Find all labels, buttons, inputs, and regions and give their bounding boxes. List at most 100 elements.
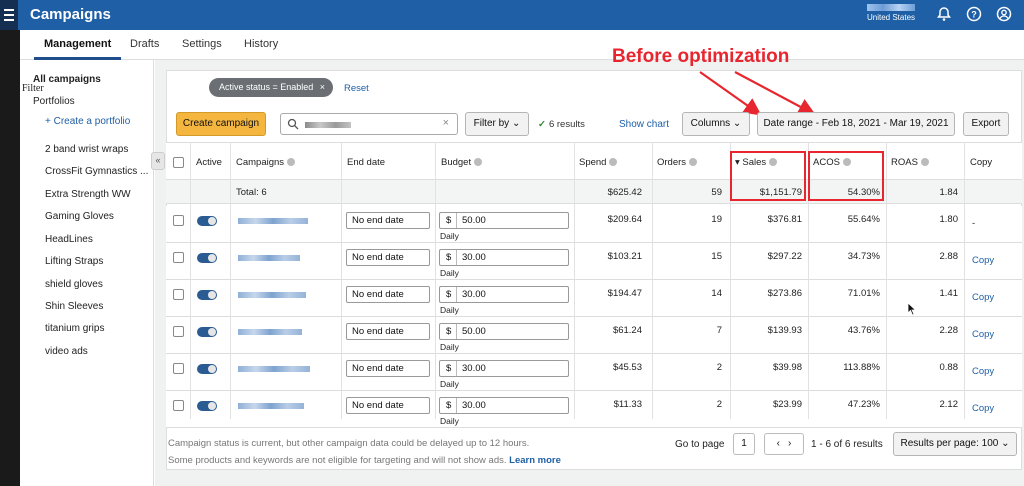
sidebar-item-crossfit-gymnastics[interactable]: CrossFit Gymnastics ...: [45, 166, 148, 177]
eligibility-note-text: Some products and keywords are not eligi…: [168, 455, 507, 466]
end-date-input[interactable]: No end date: [346, 397, 430, 414]
end-date-input[interactable]: No end date: [346, 212, 430, 229]
info-icon: [474, 158, 483, 166]
tab-management[interactable]: Management: [33, 38, 122, 60]
row-checkbox[interactable]: [173, 215, 184, 226]
spend-cell: $11.33: [613, 399, 642, 410]
select-all-checkbox[interactable]: [173, 157, 184, 168]
budget-type: Daily: [440, 231, 459, 241]
active-toggle[interactable]: [197, 401, 217, 411]
create-portfolio-link[interactable]: + Create a portfolio: [45, 116, 130, 127]
col-orders-label: Orders: [657, 157, 687, 168]
bell-icon[interactable]: [936, 6, 952, 22]
acos-cell: 47.23%: [847, 399, 880, 410]
help-icon[interactable]: ?: [966, 6, 982, 22]
row-checkbox[interactable]: [173, 289, 184, 300]
results-per-page-select[interactable]: Results per page: 100 ⌄: [893, 432, 1017, 456]
search-input[interactable]: ×: [280, 113, 458, 135]
budget-type: Daily: [440, 305, 459, 315]
sidebar-item-extra-strength-ww[interactable]: Extra Strength WW: [45, 189, 131, 200]
sidebar-item-2-band-wrist-wraps[interactable]: 2 band wrist wraps: [45, 144, 128, 155]
show-chart-link[interactable]: Show chart: [619, 119, 669, 130]
columns-button[interactable]: Columns ⌄: [682, 112, 750, 136]
end-date-input[interactable]: No end date: [346, 360, 430, 377]
date-range-button[interactable]: Date range - Feb 18, 2021 - Mar 19, 2021: [757, 112, 955, 136]
col-spend[interactable]: Spend: [579, 157, 618, 168]
end-date-input[interactable]: No end date: [346, 249, 430, 266]
col-budget-label: Budget: [441, 157, 472, 168]
col-roas[interactable]: ROAS: [891, 157, 929, 168]
tab-drafts[interactable]: Drafts: [130, 38, 159, 50]
currency-symbol: $: [446, 289, 452, 300]
end-date-input[interactable]: No end date: [346, 323, 430, 340]
campaign-name-blurred[interactable]: [238, 292, 306, 298]
budget-value: 30.00: [462, 289, 486, 300]
results-per-page-label: Results per page: 100: [900, 438, 999, 449]
copy-link[interactable]: Copy: [972, 403, 994, 414]
campaign-name-blurred[interactable]: [238, 403, 304, 409]
acos-cell: 55.64%: [847, 214, 880, 225]
campaign-name-blurred[interactable]: [238, 366, 310, 372]
sidebar-item-gaming-gloves[interactable]: Gaming Gloves: [45, 211, 114, 222]
country-selector[interactable]: United States: [862, 4, 920, 22]
filter-by-button[interactable]: Filter by ⌄: [465, 112, 529, 136]
budget-input[interactable]: $30.00: [439, 360, 569, 377]
tab-history[interactable]: History: [244, 38, 278, 50]
filter-chip-active-status[interactable]: Active status = Enabled ×: [209, 78, 333, 97]
col-campaigns[interactable]: Campaigns: [236, 157, 296, 168]
copy-link[interactable]: Copy: [972, 366, 994, 377]
results-range: 1 - 6 of 6 results: [811, 439, 883, 450]
budget-input[interactable]: $30.00: [439, 249, 569, 266]
sidebar-item-lifting-straps[interactable]: Lifting Straps: [45, 256, 103, 267]
close-icon[interactable]: ×: [320, 78, 325, 97]
sidebar-item-shield-gloves[interactable]: shield gloves: [45, 279, 103, 290]
prev-page-icon[interactable]: ‹: [777, 438, 780, 449]
campaign-name-blurred[interactable]: [238, 255, 300, 261]
active-toggle[interactable]: [197, 253, 217, 263]
row-checkbox[interactable]: [173, 252, 184, 263]
campaign-name-blurred[interactable]: [238, 218, 308, 224]
menu-icon[interactable]: [0, 0, 18, 30]
budget-input[interactable]: $30.00: [439, 397, 569, 414]
sidebar-item-video-ads[interactable]: video ads: [45, 346, 88, 357]
copy-link[interactable]: Copy: [972, 329, 994, 340]
active-toggle[interactable]: [197, 364, 217, 374]
col-end-date[interactable]: End date: [347, 157, 385, 168]
col-orders[interactable]: Orders: [657, 157, 698, 168]
spend-cell: $194.47: [607, 288, 642, 299]
clear-search-icon[interactable]: ×: [443, 117, 449, 129]
sidebar-portfolios[interactable]: Portfolios: [33, 96, 75, 107]
active-toggle[interactable]: [197, 290, 217, 300]
col-active: Active: [196, 157, 222, 168]
row-checkbox[interactable]: [173, 363, 184, 374]
sidebar-item-headlines[interactable]: HeadLines: [45, 234, 93, 245]
next-page-icon[interactable]: ›: [788, 438, 791, 449]
chevron-down-icon: ⌄: [732, 118, 742, 129]
user-icon[interactable]: [996, 6, 1012, 22]
copy-link[interactable]: Copy: [972, 255, 994, 266]
reset-link[interactable]: Reset: [344, 83, 369, 94]
sidebar-item-shin-sleeves[interactable]: Shin Sleeves: [45, 301, 103, 312]
budget-input[interactable]: $50.00: [439, 212, 569, 229]
row-checkbox[interactable]: [173, 326, 184, 337]
create-campaign-button[interactable]: Create campaign: [176, 112, 266, 136]
currency-symbol: $: [446, 252, 452, 263]
copy-link[interactable]: Copy: [972, 292, 994, 303]
active-toggle[interactable]: [197, 327, 217, 337]
orders-cell: 2: [716, 399, 722, 410]
end-date-input[interactable]: No end date: [346, 286, 430, 303]
collapse-sidebar-button[interactable]: «: [151, 152, 165, 170]
search-query-blurred: [305, 122, 351, 128]
page-input[interactable]: 1: [733, 433, 755, 455]
budget-input[interactable]: $30.00: [439, 286, 569, 303]
campaign-name-blurred[interactable]: [238, 329, 302, 335]
tab-settings[interactable]: Settings: [182, 38, 222, 50]
active-toggle[interactable]: [197, 216, 217, 226]
row-checkbox[interactable]: [173, 400, 184, 411]
sidebar-item-titanium-grips[interactable]: titanium grips: [45, 323, 104, 334]
export-button[interactable]: Export: [963, 112, 1009, 136]
roas-cell: 1.80: [939, 214, 959, 225]
budget-input[interactable]: $50.00: [439, 323, 569, 340]
learn-more-link[interactable]: Learn more: [509, 455, 561, 466]
col-budget[interactable]: Budget: [441, 157, 483, 168]
